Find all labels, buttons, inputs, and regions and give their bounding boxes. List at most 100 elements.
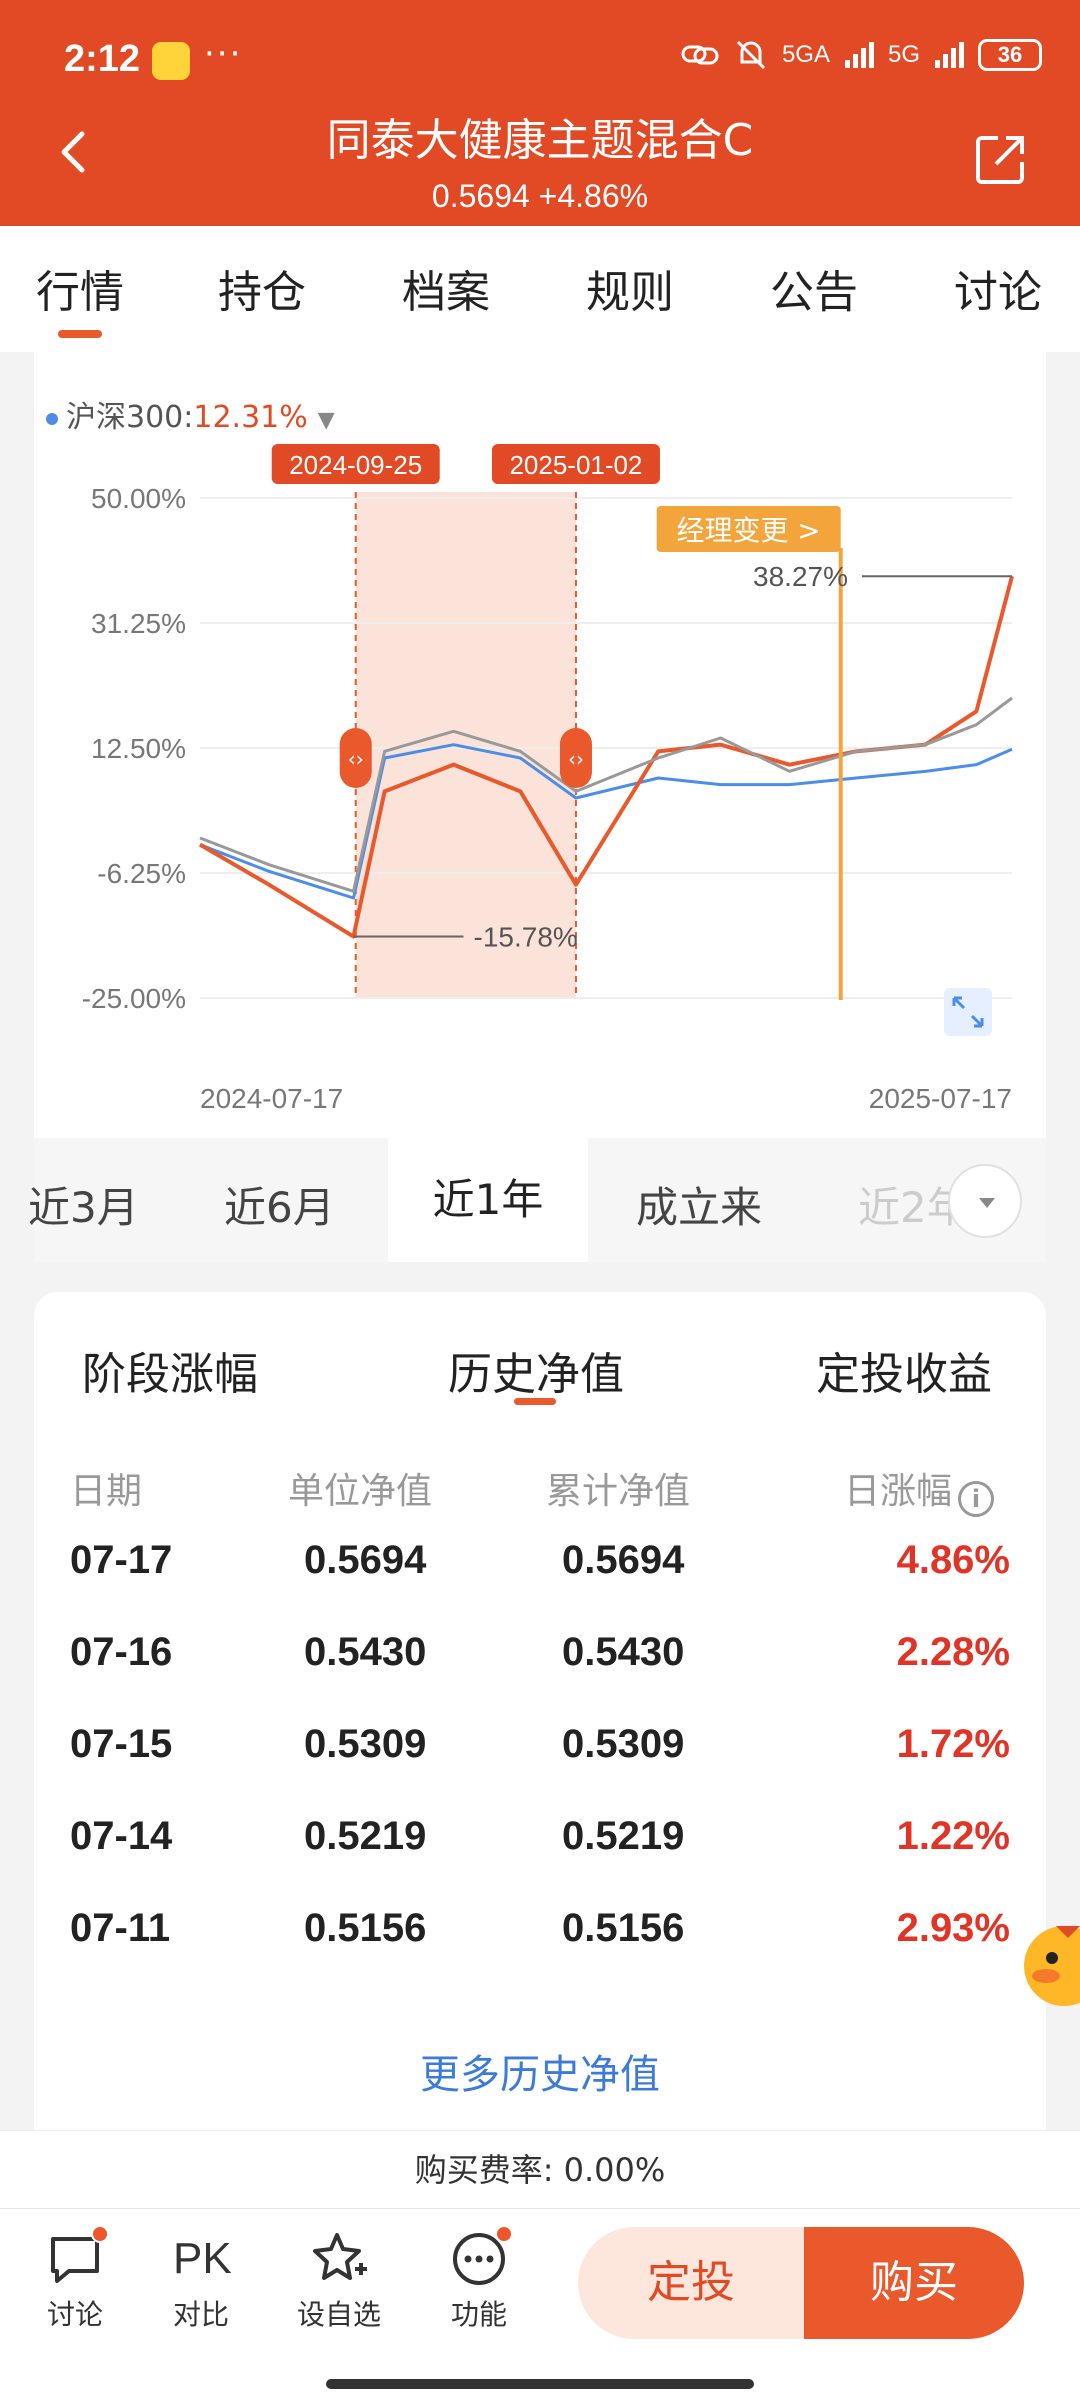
app-header: 2:12 ··· 5GA 5G 36 同泰大健康主题混合C 0.5694 +4.… — [0, 0, 1080, 226]
row-change: 1.22% — [896, 1814, 1010, 1858]
tab-announcements[interactable]: 公告 — [770, 256, 858, 320]
main-tabs: 行情 持仓 档案 规则 公告 讨论 — [0, 226, 1080, 352]
pk-icon: PK — [173, 2234, 232, 2283]
y-tick-label: 31.25% — [91, 608, 186, 639]
watch-label: 设自选 — [296, 2298, 381, 2331]
y-tick-label: -25.00% — [82, 983, 186, 1014]
fund-title: 同泰大健康主题混合C — [326, 115, 754, 166]
y-tick-label: 50.00% — [91, 483, 186, 514]
purchase-fee: 购买费率: 0.00% — [0, 2130, 1080, 2208]
manager-change-label: 经理变更 > — [677, 514, 821, 547]
y-tick-label: -6.25% — [97, 858, 186, 889]
signal-5ga: 5GA — [781, 41, 830, 68]
subtab-period-return[interactable]: 阶段涨幅 — [82, 1338, 258, 1402]
compare-label: 对比 — [172, 2298, 229, 2331]
functions-button[interactable]: 功能 — [424, 2225, 534, 2333]
period-3m[interactable]: 近3月 — [28, 1174, 139, 1235]
link-icon — [681, 45, 719, 65]
header-acc-nav: 累计净值 — [546, 1471, 691, 1512]
tab-profile[interactable]: 档案 — [402, 256, 490, 320]
legend-name: 沪深300: — [66, 400, 194, 435]
row-nav: 0.5694 — [304, 1538, 427, 1582]
home-indicator — [326, 2379, 754, 2389]
table-row[interactable]: 07-11 0.5156 0.5156 2.93% — [34, 1880, 1046, 1972]
app-notification-icon — [152, 42, 190, 80]
table-row[interactable]: 07-16 0.5430 0.5430 2.28% — [34, 1604, 1046, 1696]
tab-rules[interactable]: 规则 — [586, 256, 674, 320]
subtab-history-nav[interactable]: 历史净值 — [448, 1338, 624, 1402]
expand-icon[interactable] — [944, 988, 992, 1036]
x-end-label: 2025-07-17 — [869, 1083, 1012, 1114]
discuss-button[interactable]: 讨论 — [20, 2225, 130, 2333]
row-date: 07-14 — [70, 1814, 173, 1858]
share-icon[interactable] — [974, 132, 1028, 186]
max-value-label: 38.27% — [753, 561, 848, 592]
table-row[interactable]: 07-14 0.5219 0.5219 1.22% — [34, 1788, 1046, 1880]
row-nav: 0.5156 — [304, 1906, 427, 1950]
row-change: 4.86% — [896, 1538, 1010, 1582]
subtab-sip-return[interactable]: 定投收益 — [816, 1338, 992, 1402]
signal-bars-icon-2 — [935, 42, 964, 68]
range-end-badge-label: 2025-01-02 — [509, 450, 642, 480]
more-functions-icon — [451, 2225, 513, 2287]
star-plus-icon — [311, 2231, 367, 2287]
legend-dot — [46, 412, 58, 425]
mute-bell-icon — [736, 40, 766, 70]
handle-arrows-icon: ‹› — [568, 747, 584, 771]
status-icons: 5GA 5G 36 — [680, 38, 1042, 72]
period-1y[interactable]: 近1年 — [388, 1138, 588, 1262]
battery-icon: 36 — [978, 39, 1042, 71]
signal-bars-icon — [844, 42, 874, 68]
legend-value: 12.31% — [193, 400, 308, 435]
row-date: 07-15 — [70, 1722, 173, 1766]
row-date: 07-16 — [70, 1630, 173, 1674]
row-change: 2.28% — [896, 1630, 1010, 1674]
header-unit-nav: 单位净值 — [288, 1471, 433, 1512]
row-nav: 0.5219 — [304, 1814, 427, 1858]
header-daily-change-label: 日涨幅 — [844, 1471, 953, 1512]
discuss-label: 讨论 — [46, 2298, 103, 2331]
notification-dot — [495, 2225, 513, 2243]
legend-dropdown-icon: ▼ — [317, 408, 335, 433]
benchmark-legend[interactable]: 沪深300:12.31% ▼ — [46, 392, 335, 436]
row-change: 1.72% — [896, 1722, 1010, 1766]
status-time: 2:12 — [64, 38, 141, 80]
series-line-0 — [199, 743, 1013, 900]
more-history-nav-link[interactable]: 更多历史净值 — [34, 2042, 1046, 2100]
mascot-float-icon[interactable] — [1016, 1918, 1080, 2014]
active-tab-indicator — [58, 330, 102, 338]
table-row[interactable]: 07-15 0.5309 0.5309 1.72% — [34, 1696, 1046, 1788]
range-start-badge-label: 2024-09-25 — [289, 450, 422, 480]
row-acc: 0.5694 — [562, 1538, 685, 1582]
y-tick-label: 12.50% — [91, 733, 186, 764]
performance-chart[interactable]: 50.00% 31.25% 12.50% -6.25% -25.00% 经理变更 > 38.… — [34, 440, 1046, 1130]
period-since-inception[interactable]: 成立来 — [636, 1174, 762, 1235]
tab-holdings[interactable]: 持仓 — [218, 256, 306, 320]
row-acc: 0.5309 — [562, 1722, 685, 1766]
history-card: 阶段涨幅 历史净值 定投收益 日期 单位净值 累计净值 日涨幅 i 07-17 0… — [34, 1292, 1046, 2130]
tab-market[interactable]: 行情 — [36, 256, 124, 320]
chat-bubble-icon — [47, 2225, 109, 2287]
regular-invest-button[interactable]: 定投 — [578, 2227, 804, 2339]
row-nav: 0.5430 — [304, 1630, 427, 1674]
more-notifications-icon: ··· — [204, 34, 243, 74]
period-6m[interactable]: 近6月 — [224, 1174, 335, 1235]
add-watchlist-button[interactable]: 设自选 — [284, 2231, 394, 2333]
header-date: 日期 — [70, 1471, 143, 1512]
active-subtab-indicator — [514, 1398, 556, 1405]
row-acc: 0.5430 — [562, 1630, 685, 1674]
fund-price-change: 0.5694 +4.86% — [431, 178, 649, 214]
period-more-dropdown-icon[interactable] — [948, 1164, 1022, 1238]
bottom-action-bar: 讨论 PK 对比 设自选 功能 定投 购买 — [0, 2208, 1080, 2400]
status-bar: 2:12 ··· 5GA 5G 36 — [0, 0, 1080, 120]
buy-button[interactable]: 购买 — [804, 2227, 1024, 2339]
header-daily-change: 日涨幅 i — [844, 1462, 995, 1517]
row-nav: 0.5309 — [304, 1722, 427, 1766]
table-row[interactable]: 07-17 0.5694 0.5694 4.86% — [34, 1512, 1046, 1604]
row-acc: 0.5156 — [562, 1906, 685, 1950]
series-line-2 — [199, 696, 1013, 893]
compare-button[interactable]: PK 对比 — [146, 2231, 256, 2333]
tab-discussion[interactable]: 讨论 — [954, 256, 1042, 320]
functions-label: 功能 — [450, 2298, 507, 2331]
min-value-label: -15.78% — [474, 922, 578, 953]
